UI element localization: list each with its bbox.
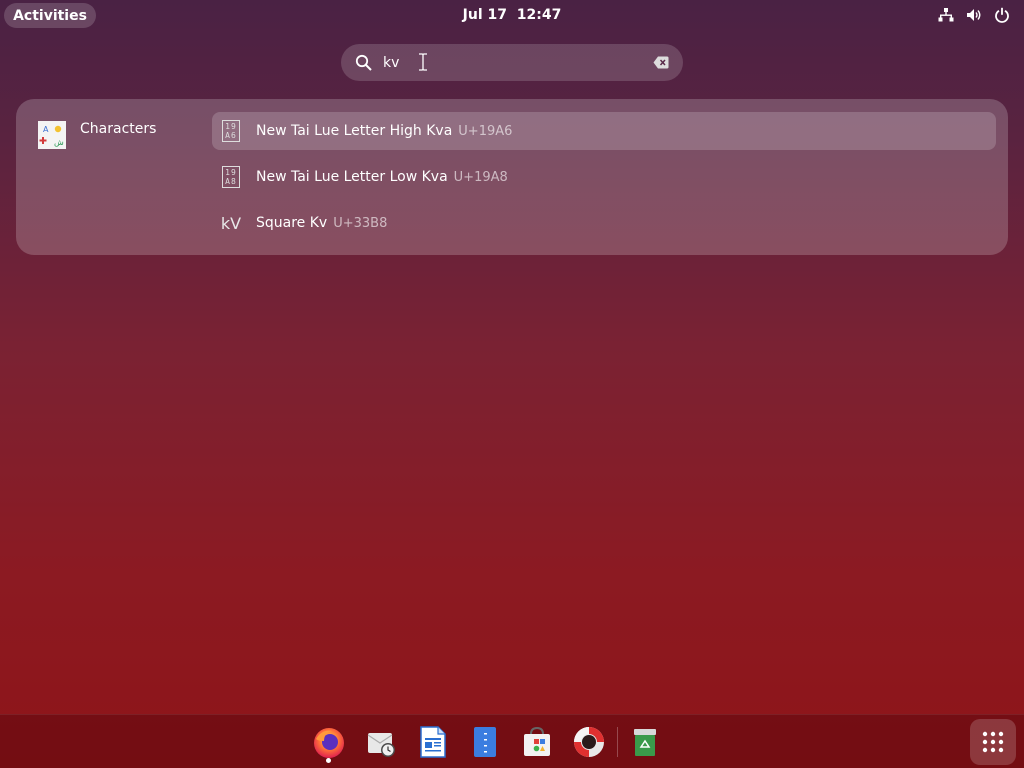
volume-icon[interactable] [966, 7, 982, 23]
result-name: New Tai Lue Letter Low Kva [256, 169, 448, 185]
search-bar[interactable] [341, 44, 683, 81]
result-item[interactable]: 19 A6 New Tai Lue Letter High Kva U+19A6 [212, 112, 996, 150]
firefox-icon[interactable] [312, 725, 346, 759]
glyph-top: 19 [225, 122, 237, 131]
search-results-panel: A ش Characters 19 A6 New Tai Lue Letter … [16, 99, 1008, 255]
result-item[interactable]: 19 A8 New Tai Lue Letter Low Kva U+19A8 [212, 158, 996, 196]
result-code: U+33B8 [333, 215, 388, 231]
mail-clock-icon[interactable] [364, 725, 398, 759]
svg-text:ش: ش [54, 138, 64, 147]
trash-icon[interactable] [628, 725, 662, 759]
glyph-bottom: A8 [225, 177, 237, 186]
result-name: New Tai Lue Letter High Kva [256, 123, 453, 139]
activities-button[interactable]: Activities [4, 3, 96, 28]
characters-provider[interactable]: A ش Characters [38, 120, 156, 149]
result-code: U+19A8 [453, 169, 508, 185]
dock [0, 714, 1024, 768]
system-tray[interactable] [938, 7, 1010, 23]
characters-app-icon[interactable]: A ش [38, 121, 66, 149]
glyph-bottom: A6 [225, 131, 237, 140]
writer-icon[interactable] [416, 725, 450, 759]
search-icon [355, 54, 372, 71]
svg-text:A: A [43, 125, 49, 134]
text-editor-icon[interactable] [468, 725, 502, 759]
software-store-icon[interactable] [520, 725, 554, 759]
clear-search-icon[interactable] [653, 56, 669, 69]
character-glyph-icon: 19 A8 [222, 166, 240, 188]
character-glyph-icon: 19 A6 [222, 120, 240, 142]
text-cursor-icon [419, 53, 427, 71]
network-icon[interactable] [938, 7, 954, 23]
glyph-top: 19 [225, 168, 237, 177]
running-indicator [326, 758, 331, 763]
app-grid-button[interactable] [970, 719, 1016, 765]
app-grid-icon [982, 731, 1004, 753]
provider-name: Characters [80, 121, 157, 137]
clock: Jul 17 12:47 [0, 7, 1024, 23]
help-icon[interactable] [572, 725, 606, 759]
result-code: U+19A6 [458, 123, 513, 139]
result-item[interactable]: kV Square Kv U+33B8 [212, 204, 996, 242]
clock-label[interactable]: Jul 17 12:47 [463, 7, 562, 23]
dock-separator [617, 727, 618, 757]
character-glyph-icon: kV [220, 213, 242, 233]
top-bar: Activities Jul 17 12:47 [0, 0, 1024, 32]
result-name: Square Kv [256, 215, 328, 231]
power-icon[interactable] [994, 7, 1010, 23]
